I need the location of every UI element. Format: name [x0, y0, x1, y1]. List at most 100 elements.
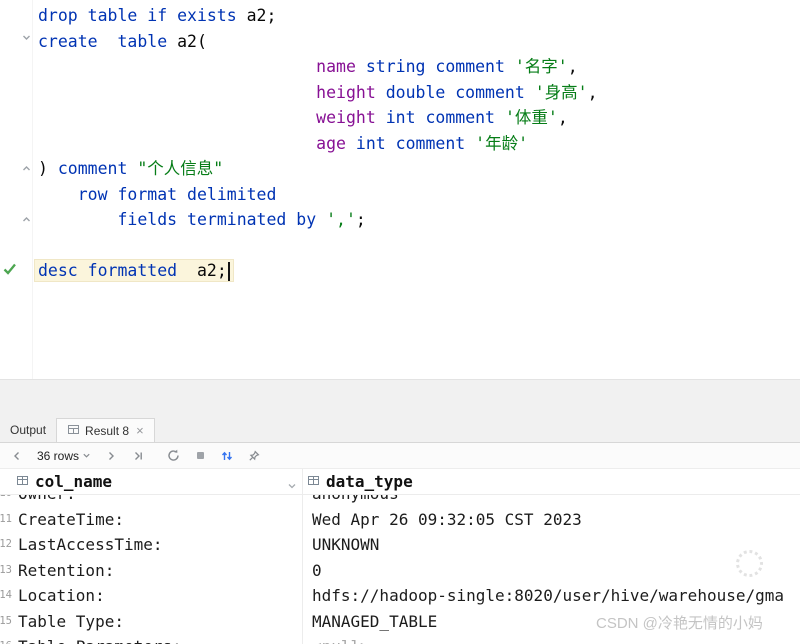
cell-col-name[interactable]: Owner: [14, 495, 303, 507]
cell-data-type[interactable]: hdfs://hadoop-single:8020/user/hive/ware… [303, 583, 800, 609]
tool-window-tabs: Output Result 8 × [0, 418, 155, 442]
swap-arrows-icon[interactable] [220, 449, 234, 463]
column-header-col-name[interactable]: col_name [14, 469, 302, 494]
sql-editor[interactable]: drop table if exists a2; create table a2(… [0, 0, 800, 380]
code-token: "个人信息" [137, 159, 224, 178]
tab-output-label: Output [10, 423, 47, 437]
column-icon [307, 472, 320, 491]
column-header-label: col_name [35, 472, 113, 491]
code-line[interactable]: fields terminated by ','; [38, 207, 800, 233]
code-token: ',' [326, 210, 356, 229]
tab-result-8[interactable]: Result 8 × [56, 418, 155, 442]
page-size-dropdown[interactable]: 36 rows [37, 449, 91, 463]
text-caret [227, 262, 230, 281]
code-line[interactable] [38, 233, 800, 259]
column-header-data-type[interactable]: data_type [302, 469, 800, 494]
table-row[interactable]: 11 CreateTime: Wed Apr 26 09:32:05 CST 202… [0, 507, 800, 533]
current-statement-highlight: desc formatted a2; [35, 260, 233, 281]
cell-data-type[interactable]: Wed Apr 26 09:32:05 CST 2023 [303, 507, 800, 533]
code-token: '年龄' [475, 133, 529, 153]
code-line[interactable]: desc formatted a2; [35, 258, 800, 284]
code-token: , [587, 82, 598, 102]
code-token: comment [455, 82, 525, 102]
code-token: '名字' [514, 57, 568, 76]
cell-col-name[interactable]: Retention: [14, 558, 303, 584]
cell-col-name[interactable]: Location: [14, 583, 303, 609]
cell-data-type[interactable]: UNKNOWN [303, 532, 800, 558]
code-line[interactable]: height double comment '身高', [38, 80, 800, 106]
row-number: 16 [0, 634, 14, 644]
code-line[interactable]: drop table if exists a2; [38, 3, 800, 29]
code-token: double [385, 82, 446, 102]
code-token: a2( [167, 31, 207, 51]
cell-data-type[interactable]: <null> [303, 634, 800, 644]
code-token: row format delimited [77, 184, 277, 204]
table-row[interactable]: 14 Location: hdfs://hadoop-single:8020/use… [0, 583, 800, 609]
stop-icon[interactable] [194, 449, 207, 462]
code-token: ) [38, 159, 58, 178]
cell-data-type[interactable]: 0 [303, 558, 800, 584]
code-token: '体重' [504, 108, 558, 127]
sort-chevron-icon[interactable] [287, 476, 297, 495]
cell-col-name[interactable]: LastAccessTime: [14, 532, 303, 558]
code-token: a2; [177, 261, 227, 280]
code-line[interactable]: create table a2( [38, 29, 800, 55]
csdn-watermark: CSDN @冷艳无情的小妈 [596, 615, 763, 632]
code-token: '身高' [534, 82, 588, 102]
table-row[interactable]: 13 Retention: 0 [0, 558, 800, 584]
code-token: age [316, 133, 346, 153]
column-header-label: data_type [326, 472, 413, 491]
ide-window: drop table if exists a2; create table a2(… [0, 0, 800, 644]
code-token: string [365, 57, 426, 76]
code-token: fields terminated by [117, 210, 317, 229]
code-token: weight [316, 108, 376, 127]
code-token: comment [395, 133, 466, 153]
code-line[interactable]: row format delimited [38, 182, 800, 208]
code-line[interactable]: age int comment '年龄' [38, 131, 800, 157]
code-token: table [117, 31, 168, 51]
row-number: 11 [0, 512, 12, 525]
code-token: , [567, 57, 578, 76]
refresh-icon[interactable] [166, 448, 181, 463]
next-page-button[interactable] [104, 449, 118, 463]
table-row[interactable]: 16Table Parameters:<null> [0, 634, 800, 644]
code-line[interactable]: ) comment "个人信息" [38, 156, 800, 182]
code-token: comment [57, 159, 128, 178]
close-icon[interactable]: × [136, 424, 144, 437]
code-token: drop table if exists [38, 6, 237, 25]
cell-data-type[interactable]: anonymous [303, 495, 800, 507]
result-toolbar: 36 rows [0, 443, 800, 469]
cell-col-name[interactable]: Table Type: [14, 609, 303, 635]
code-area[interactable]: drop table if exists a2; create table a2(… [0, 3, 800, 284]
code-line[interactable]: weight int comment '体重', [38, 105, 800, 131]
cell-col-name[interactable]: CreateTime: [14, 507, 303, 533]
cell-col-name[interactable]: Table Parameters: [14, 634, 303, 644]
table-row[interactable]: 12 LastAccessTime: UNKNOWN [0, 532, 800, 558]
row-number: 12 [0, 538, 12, 550]
tab-output[interactable]: Output [0, 418, 56, 442]
code-token: desc formatted [38, 261, 178, 280]
result-grid-header: col_name data_type [0, 469, 800, 495]
previous-page-button[interactable] [10, 449, 24, 463]
last-page-button[interactable] [131, 449, 145, 463]
row-number: 14 [0, 589, 12, 601]
code-token: create [38, 31, 98, 51]
pin-icon[interactable] [247, 449, 261, 463]
code-line[interactable]: name string comment '名字', [38, 54, 800, 80]
table-row[interactable]: 10Owner:anonymous [0, 495, 800, 507]
